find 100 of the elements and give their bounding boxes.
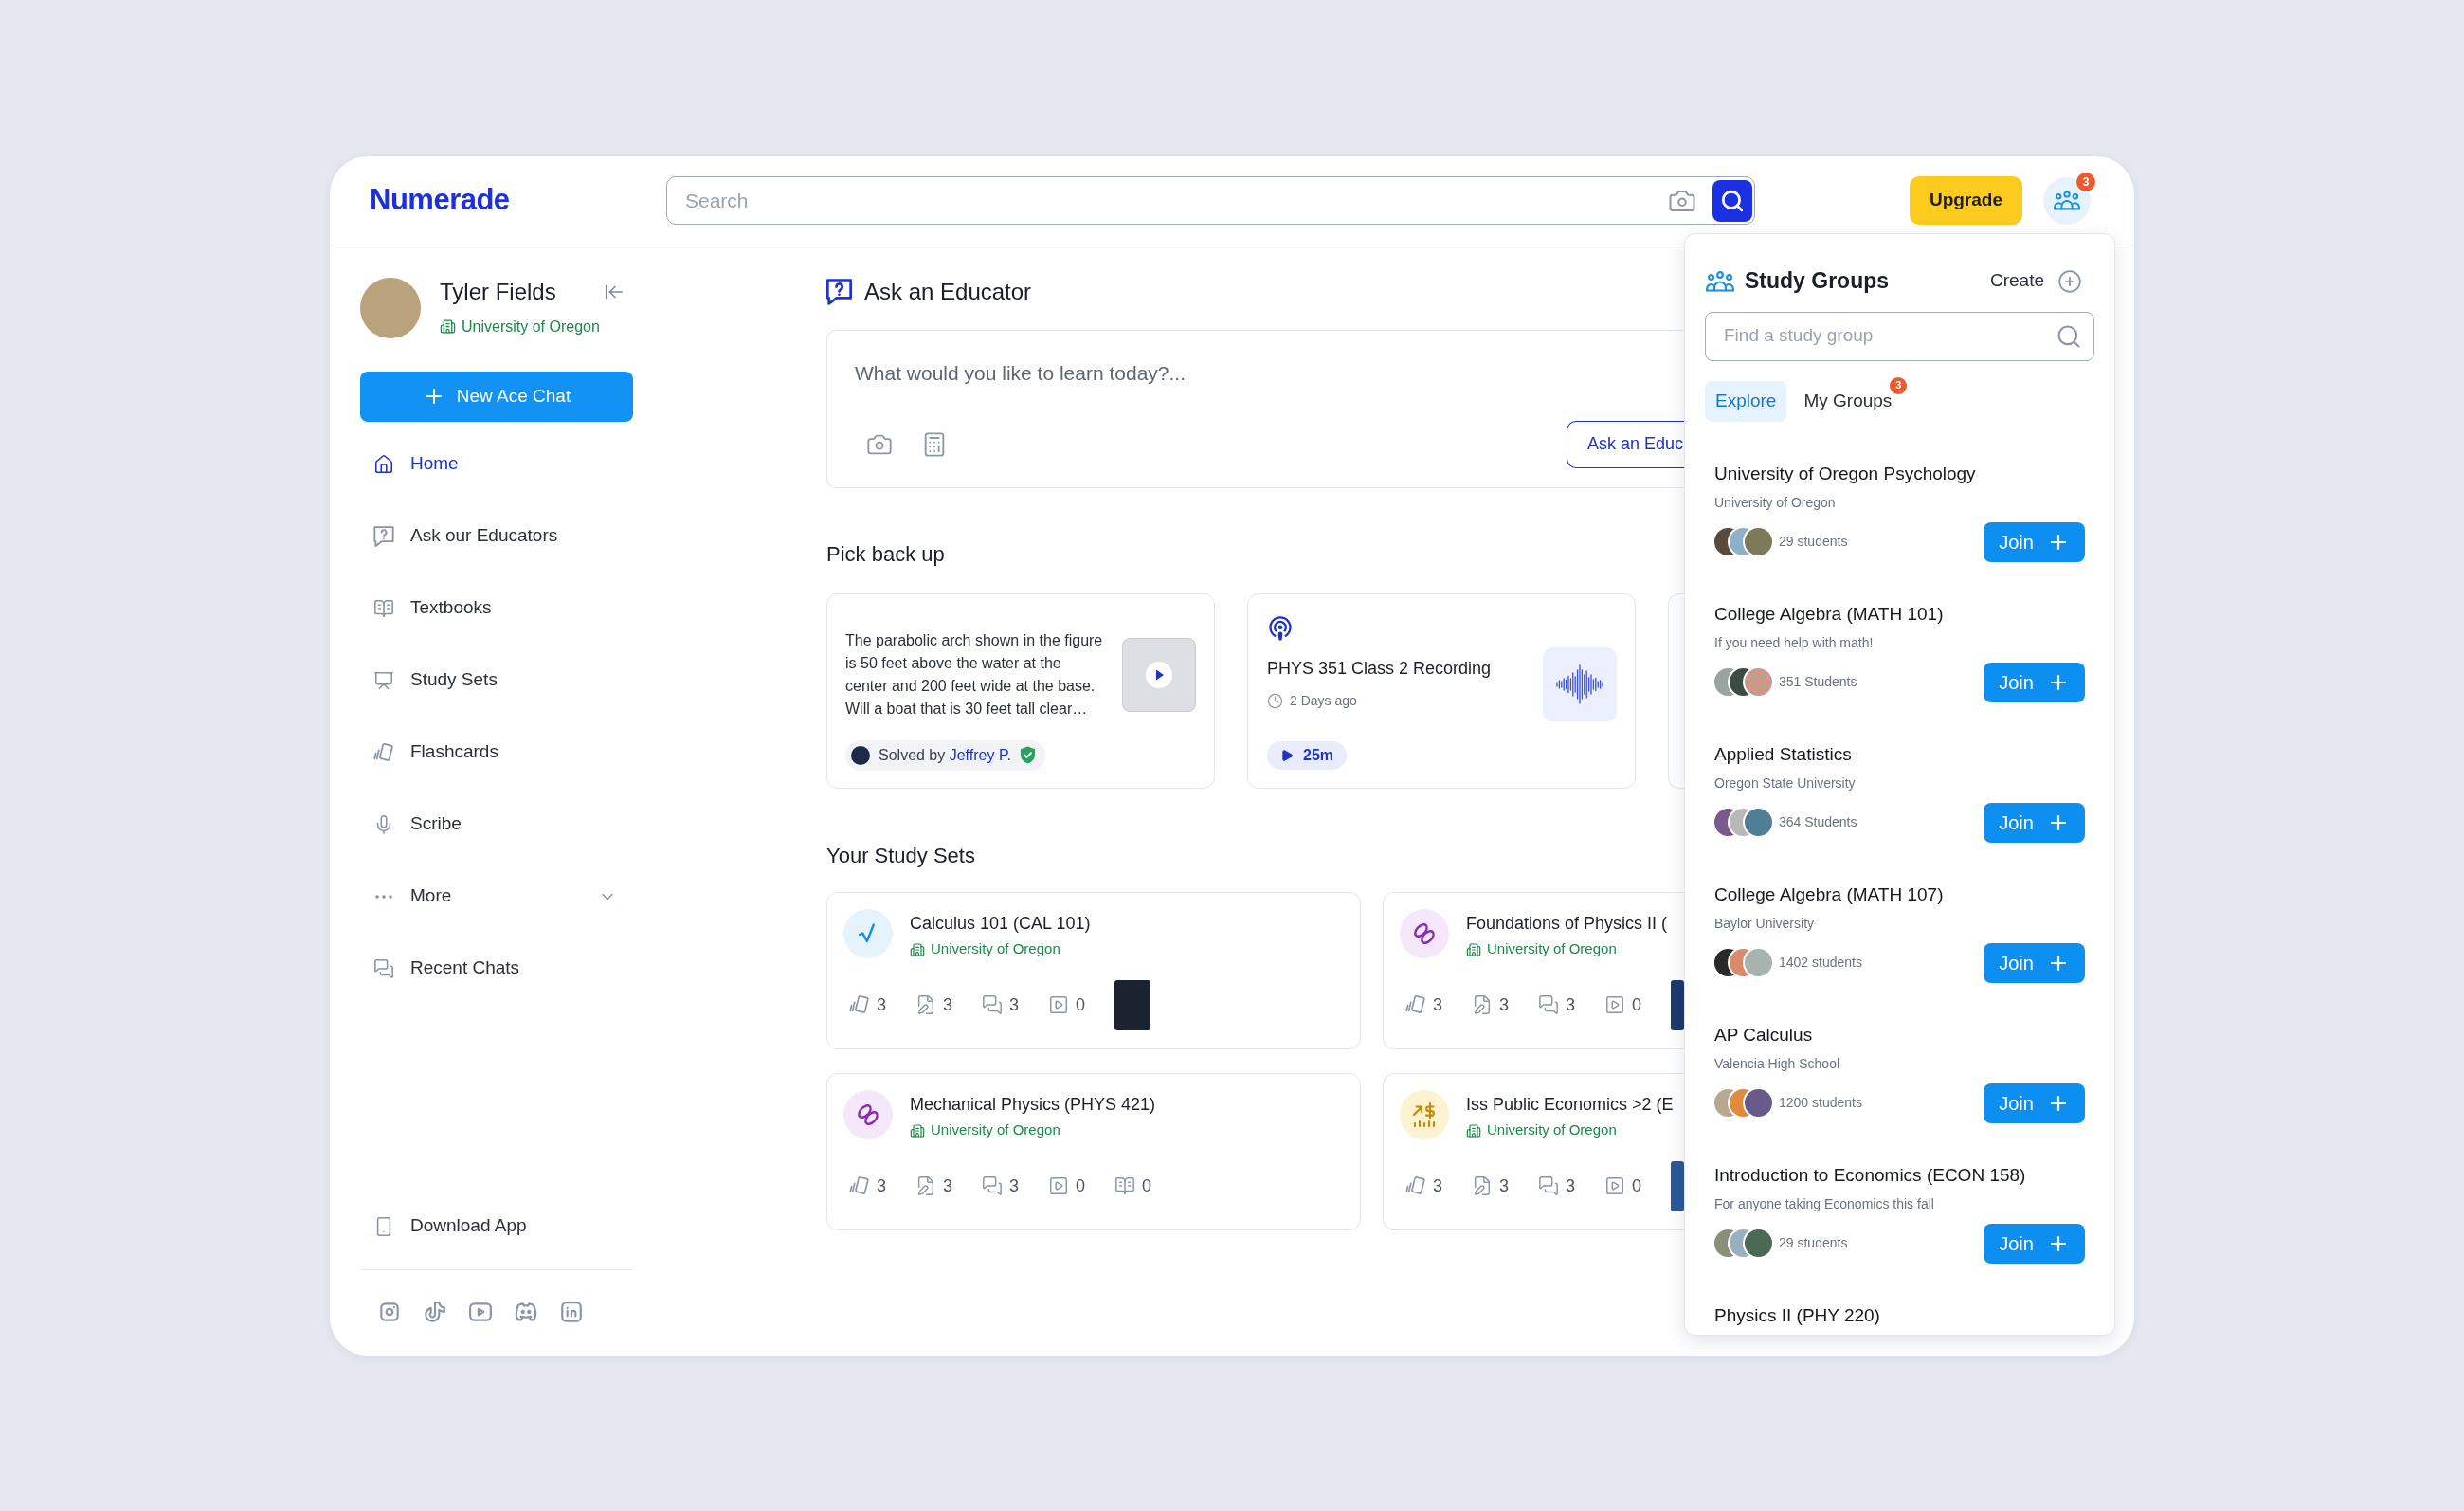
member-count: 29 students [1779,533,1848,551]
search-icon [2056,322,2082,350]
group-search-input[interactable]: Find a study group [1724,322,2056,350]
open-book-icon [1114,1175,1136,1196]
stat-count: 3 [943,1174,953,1197]
section-title: Pick back up [826,541,946,567]
sound-wave-icon [1543,646,1617,721]
home-icon [373,453,394,475]
study-set-card[interactable]: Calculus 101 (CAL 101) University of Oregon 3 3 3 0 [826,891,1361,1049]
study-groups-button[interactable] [2043,176,2091,225]
nav-item[interactable]: Ask our Educators [360,500,633,573]
chat-bubbles-icon [982,1175,1004,1196]
group-description: Oregon State University [1714,774,1857,792]
study-set-title: Iss Public Economics >2 (E [1466,1093,1674,1116]
flashcard-icon [1405,994,1426,1015]
nav-item[interactable]: Scribe [360,788,633,861]
logo[interactable]: Numerade [370,183,510,216]
group-name: Introduction to Economics (ECON 158) [1714,1163,2027,1187]
study-set-title: Calculus 101 (CAL 101) [910,912,1091,935]
tiktok-icon[interactable] [423,1299,447,1324]
question-field[interactable]: What would you like to learn today?... Ask an Educ [826,329,1684,488]
stat-count: 3 [1566,1174,1576,1197]
nav-item[interactable]: Study Sets [360,644,633,717]
group-name: Physics II (PHY 220) [1714,1303,1881,1327]
chat-bubbles-icon [982,994,1004,1015]
stat-count: 3 [943,993,953,1016]
nav-item[interactable]: Textbooks [360,572,633,645]
stat-count: 0 [1076,993,1086,1016]
chain-link-icon [1400,908,1449,958]
recording-time: 2 Days ago [1290,691,1357,710]
stat-count: 3 [1009,993,1020,1016]
question-card[interactable]: The parabolic arch shown in the figure is 50 feet above the water at the center and 200 feet wide at the base. Will a boat that is 30 feet tall clear… Solved by Jeffrey P. [826,592,1215,789]
play-square-icon [1604,1175,1626,1196]
chat-bubbles-icon [1538,1175,1560,1196]
document-pen-icon [915,1175,936,1196]
stat-count: 3 [1566,993,1576,1016]
building-icon [1466,941,1481,957]
upgrade-button[interactable]: Upgrade [1910,176,2022,225]
stat-count: 0 [1632,993,1642,1016]
solver-link[interactable]: Jeffrey P. [949,746,1011,763]
school-name: University of Oregon [462,317,600,337]
search-icon [1720,188,1745,213]
play-duration-button[interactable]: 25m [1267,740,1348,770]
stat-count: 3 [1433,1174,1442,1197]
download-app-link[interactable]: Download App [360,1190,633,1263]
nav-item[interactable]: Recent Chats [360,932,633,1005]
section-title: Your Study Sets [826,843,976,868]
group-description: Valencia High School [1714,1054,1841,1072]
tab[interactable]: Explore [1705,380,1787,422]
play-icon [1280,748,1294,762]
member-count: 1402 students [1779,954,1862,972]
chat-bubbles-icon [1538,994,1560,1015]
play-icon[interactable] [1146,661,1172,688]
notification-badge: 3 [1890,376,1908,394]
recording-card[interactable]: PHYS 351 Class 2 Recording 2 Days ago 25m [1247,592,1636,789]
nav-item[interactable]: Flashcards [360,716,633,789]
group-name: University of Oregon Psychology [1714,462,1977,485]
stat-count: 0 [1076,1174,1086,1197]
nav-item[interactable]: More [360,860,633,933]
chain-link-icon [843,1089,893,1139]
search-button[interactable] [1712,179,1752,222]
question-chat-icon [373,525,394,547]
nav-item[interactable]: Home [360,428,633,501]
solver-avatar [851,745,870,765]
study-set-title: Foundations of Physics II ( [1466,912,1668,935]
flashcard-icon [1405,1175,1426,1196]
question-input[interactable]: What would you like to learn today?... [855,359,1684,387]
verified-shield-icon [1019,746,1036,764]
search-field[interactable]: Search [666,176,1755,225]
study-set-card[interactable]: Foundations of Physics II ( University of Oregon 3 3 3 0 [1383,891,1684,1049]
member-avatar [1745,949,1772,976]
linkedin-icon[interactable] [559,1299,584,1324]
section-title: Ask an Educator [864,277,1032,306]
ellipsis-icon [375,894,392,899]
study-set-card[interactable]: Mechanical Physics (PHYS 421) University of Oregon 3 3 3 0 0 [826,1072,1361,1230]
create-button[interactable]: Create [1989,267,2082,295]
building-icon [1466,1122,1481,1138]
stat-count: 3 [1009,1174,1020,1197]
flashcard-icon [373,741,394,763]
member-avatar [1745,528,1772,555]
study-set-card[interactable]: Iss Public Economics >2 (E University of Oregon 3 3 3 0 [1383,1072,1684,1230]
school-name: University of Oregon [1487,1120,1617,1140]
chat-bubbles-icon [373,957,394,979]
search-input[interactable]: Search [685,185,1668,216]
building-icon [440,319,456,335]
user-name: Tyler Fields [440,277,556,306]
building-icon [910,941,925,957]
member-count: 364 Students [1779,813,1857,831]
document-pen-icon [1472,1175,1493,1196]
school-name: University of Oregon [1487,939,1617,959]
notification-badge: 3 [2076,172,2095,191]
group-name: AP Calculus [1714,1023,1814,1047]
group-search-field[interactable]: Find a study group [1705,311,2094,361]
group-name: Applied Statistics [1714,742,1853,766]
building-icon [910,1122,925,1138]
chart-dollar-icon [1400,1089,1449,1139]
member-avatar [1745,809,1772,836]
school-name: University of Oregon [931,1120,1060,1140]
solved-by-text: Solved by Jeffrey P. [879,745,1011,765]
member-count: 29 students [1779,1234,1848,1252]
